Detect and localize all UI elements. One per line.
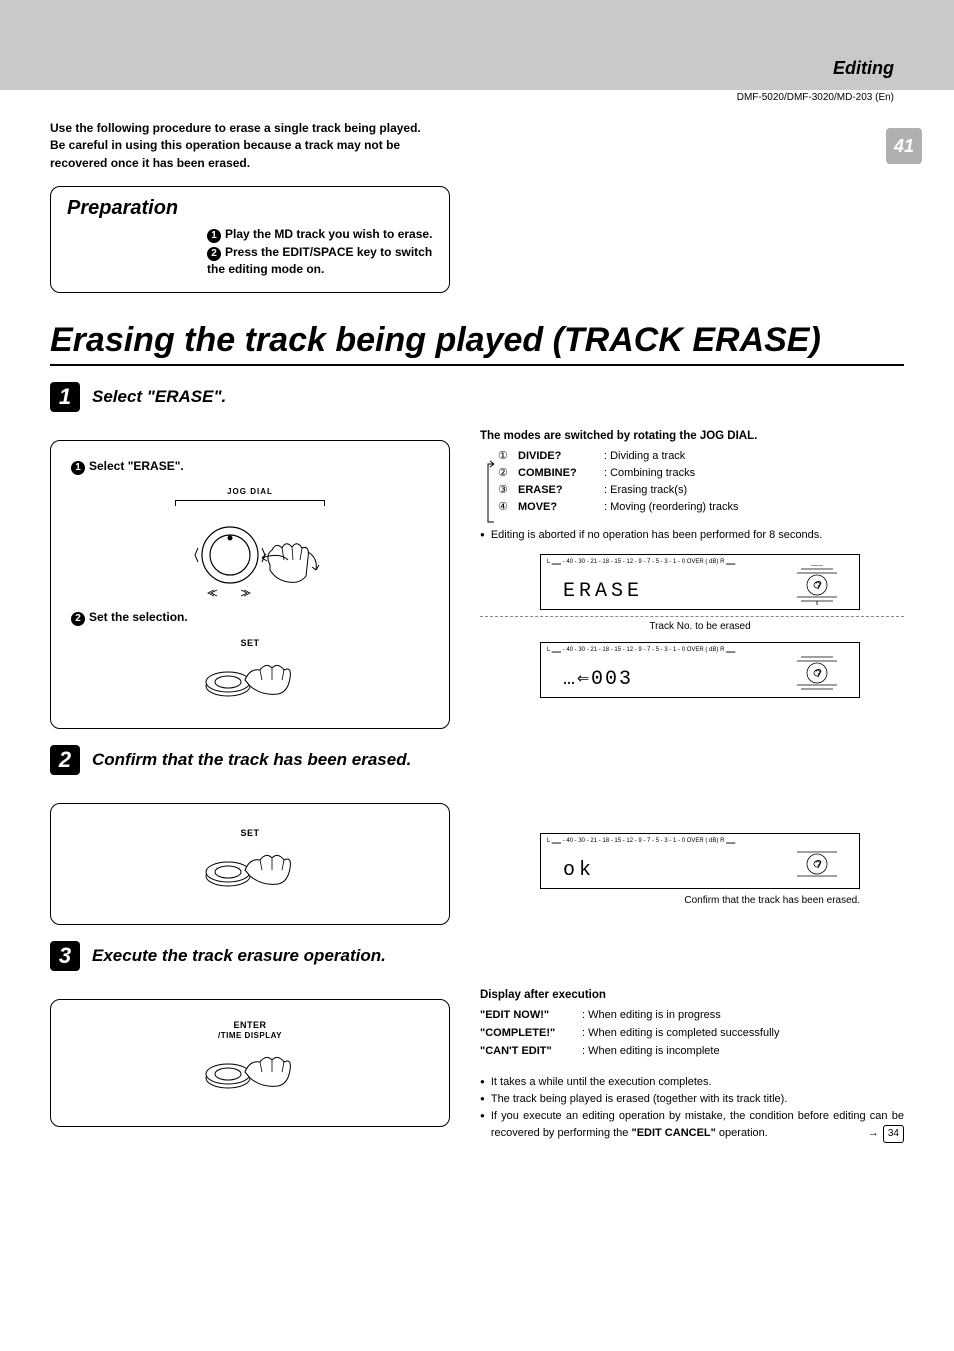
- substep-2-text: Set the selection.: [89, 610, 188, 624]
- lcd-text-ok: ok: [541, 859, 595, 882]
- mode-desc-4: : Moving (reordering) tracks: [604, 499, 739, 516]
- dash-separator: [480, 616, 904, 617]
- step-2-header: 2 Confirm that the track has been erased…: [50, 745, 904, 775]
- lcd-meter-2: L ▁▁ - 40 - 30 - 21 - 18 - 15 - 12 - 9 -…: [541, 643, 859, 653]
- bullet-edit-cancel: If you execute an editing operation by m…: [480, 1108, 904, 1143]
- jog-dial-icon: [190, 510, 310, 590]
- mode-num-3: ③: [498, 482, 512, 499]
- set-label-2: SET: [71, 828, 429, 838]
- prep-num-1: 1: [207, 229, 221, 243]
- display-list: "EDIT NOW!" : When editing is in progress…: [480, 1007, 904, 1060]
- mode-num-1: ①: [498, 448, 512, 465]
- disc-icon-1: ?: [791, 565, 843, 605]
- jog-bracket: [175, 500, 325, 506]
- step-1-number: 1: [50, 382, 80, 412]
- intro-line-1: Use the following procedure to erase a s…: [50, 120, 450, 137]
- step-3-box: ENTER /TIME DISPLAY: [50, 999, 450, 1127]
- step-1-header: 1 Select "ERASE".: [50, 382, 904, 412]
- mode-list: ① DIVIDE? : Dividing a track ② COMBINE? : Co…: [498, 448, 904, 516]
- step-3-number: 3: [50, 941, 80, 971]
- mode-name-2: COMBINE?: [518, 465, 598, 482]
- disp-desc-2: : When editing is completed successfully: [582, 1025, 779, 1043]
- prep-item-2: Press the EDIT/SPACE key to switch the e…: [207, 245, 432, 276]
- modes-heading: The modes are switched by rotating the J…: [480, 430, 904, 442]
- page-ref-34: 34: [883, 1125, 904, 1143]
- disc-icon-2: ?: [791, 653, 843, 693]
- mode-name-1: DIVIDE?: [518, 448, 598, 465]
- step-3-label: Execute the track erasure operation.: [92, 946, 386, 966]
- edit-cancel-bold: "EDIT CANCEL": [631, 1127, 715, 1139]
- preparation-title: Preparation: [67, 197, 433, 220]
- disp-desc-1: : When editing is in progress: [582, 1007, 721, 1025]
- preparation-items: 1 Play the MD track you wish to erase. 2P…: [207, 226, 433, 278]
- step-1-label: Select "ERASE".: [92, 387, 226, 407]
- step-3-right: Display after execution "EDIT NOW!" : Whe…: [480, 989, 904, 1142]
- top-grey-bar: [0, 0, 954, 90]
- disp-desc-3: : When editing is incomplete: [582, 1043, 720, 1061]
- press-hand-icon-1: [190, 654, 310, 710]
- jog-dial-label: JOG DIAL: [71, 487, 429, 496]
- disc-icon-3: ?: [791, 844, 843, 884]
- svg-text:?: ?: [815, 858, 822, 872]
- prep-num-2: 2: [207, 247, 221, 261]
- step-2-label: Confirm that the track has been erased.: [92, 750, 411, 770]
- substep-num-2: 2: [71, 612, 85, 626]
- mode-desc-2: : Combining tracks: [604, 465, 695, 482]
- mode-num-4: ④: [498, 499, 512, 516]
- section-category: Editing: [833, 58, 894, 79]
- disp-name-3: "CAN'T EDIT": [480, 1043, 576, 1061]
- model-line: DMF-5020/DMF-3020/MD-203 (En): [737, 92, 894, 103]
- intro-text: Use the following procedure to erase a s…: [50, 120, 450, 172]
- disp-name-1: "EDIT NOW!": [480, 1007, 576, 1025]
- prep-item-1: Play the MD track you wish to erase.: [225, 227, 432, 241]
- mode-name-4: MOVE?: [518, 499, 598, 516]
- page-title: Erasing the track being played (TRACK ER…: [50, 321, 904, 360]
- lcd-display-ok: L ▁▁ - 40 - 30 - 21 - 18 - 15 - 12 - 9 -…: [540, 833, 860, 889]
- disp-name-2: "COMPLETE!": [480, 1025, 576, 1043]
- confirm-note: Confirm that the track has been erased.: [540, 895, 860, 906]
- abort-bullet: Editing is aborted if no operation has b…: [480, 527, 904, 544]
- intro-line-2: Be careful in using this operation becau…: [50, 137, 450, 172]
- step-1-box: 1 Select "ERASE". JOG DIAL: [50, 440, 450, 729]
- lcd-display-erase: L ▁▁ - 40 - 30 - 21 - 18 - 15 - 12 - 9 -…: [540, 554, 860, 610]
- svg-text:?: ?: [815, 579, 822, 593]
- time-display-label: /TIME DISPLAY: [218, 1031, 282, 1040]
- step-2-box: SET: [50, 803, 450, 925]
- mode-num-2: ②: [498, 465, 512, 482]
- mode-name-3: ERASE?: [518, 482, 598, 499]
- preparation-box: Preparation 1 Play the MD track you wish …: [50, 186, 450, 293]
- substep-1-text: Select "ERASE".: [89, 459, 184, 473]
- press-hand-icon-2: [190, 844, 310, 900]
- bullet-3-part-c: operation.: [719, 1127, 768, 1139]
- mode-desc-1: : Dividing a track: [604, 448, 685, 465]
- step-3-header: 3 Execute the track erasure operation.: [50, 941, 904, 971]
- lcd-display-003: L ▁▁ - 40 - 30 - 21 - 18 - 15 - 12 - 9 -…: [540, 642, 860, 698]
- enter-label: ENTER /TIME DISPLAY: [71, 1020, 429, 1040]
- svg-text:?: ?: [815, 667, 822, 681]
- bullet-takes-while: It takes a while until the execution com…: [480, 1074, 904, 1091]
- set-label-1: SET: [71, 638, 429, 648]
- mode-desc-3: : Erasing track(s): [604, 482, 687, 499]
- display-after-heading: Display after execution: [480, 989, 904, 1001]
- lcd-text-erase: ERASE: [541, 580, 643, 603]
- lcd-meter-3: L ▁▁ - 40 - 30 - 21 - 18 - 15 - 12 - 9 -…: [541, 834, 859, 844]
- mode-cycle-arrow: [484, 460, 498, 526]
- bullet-erased-title: The track being played is erased (togeth…: [480, 1091, 904, 1108]
- lcd-meter-1: L ▁▁ - 40 - 30 - 21 - 18 - 15 - 12 - 9 -…: [541, 555, 859, 565]
- track-no-note: Track No. to be erased: [540, 621, 860, 632]
- substep-num-1: 1: [71, 461, 85, 475]
- step-1-right: The modes are switched by rotating the J…: [480, 430, 904, 729]
- press-hand-icon-3: [190, 1046, 310, 1102]
- step-2-right: L ▁▁ - 40 - 30 - 21 - 18 - 15 - 12 - 9 -…: [480, 793, 904, 925]
- step-2-number: 2: [50, 745, 80, 775]
- title-rule: [50, 364, 904, 366]
- lcd-text-003: …⇐003: [541, 665, 633, 691]
